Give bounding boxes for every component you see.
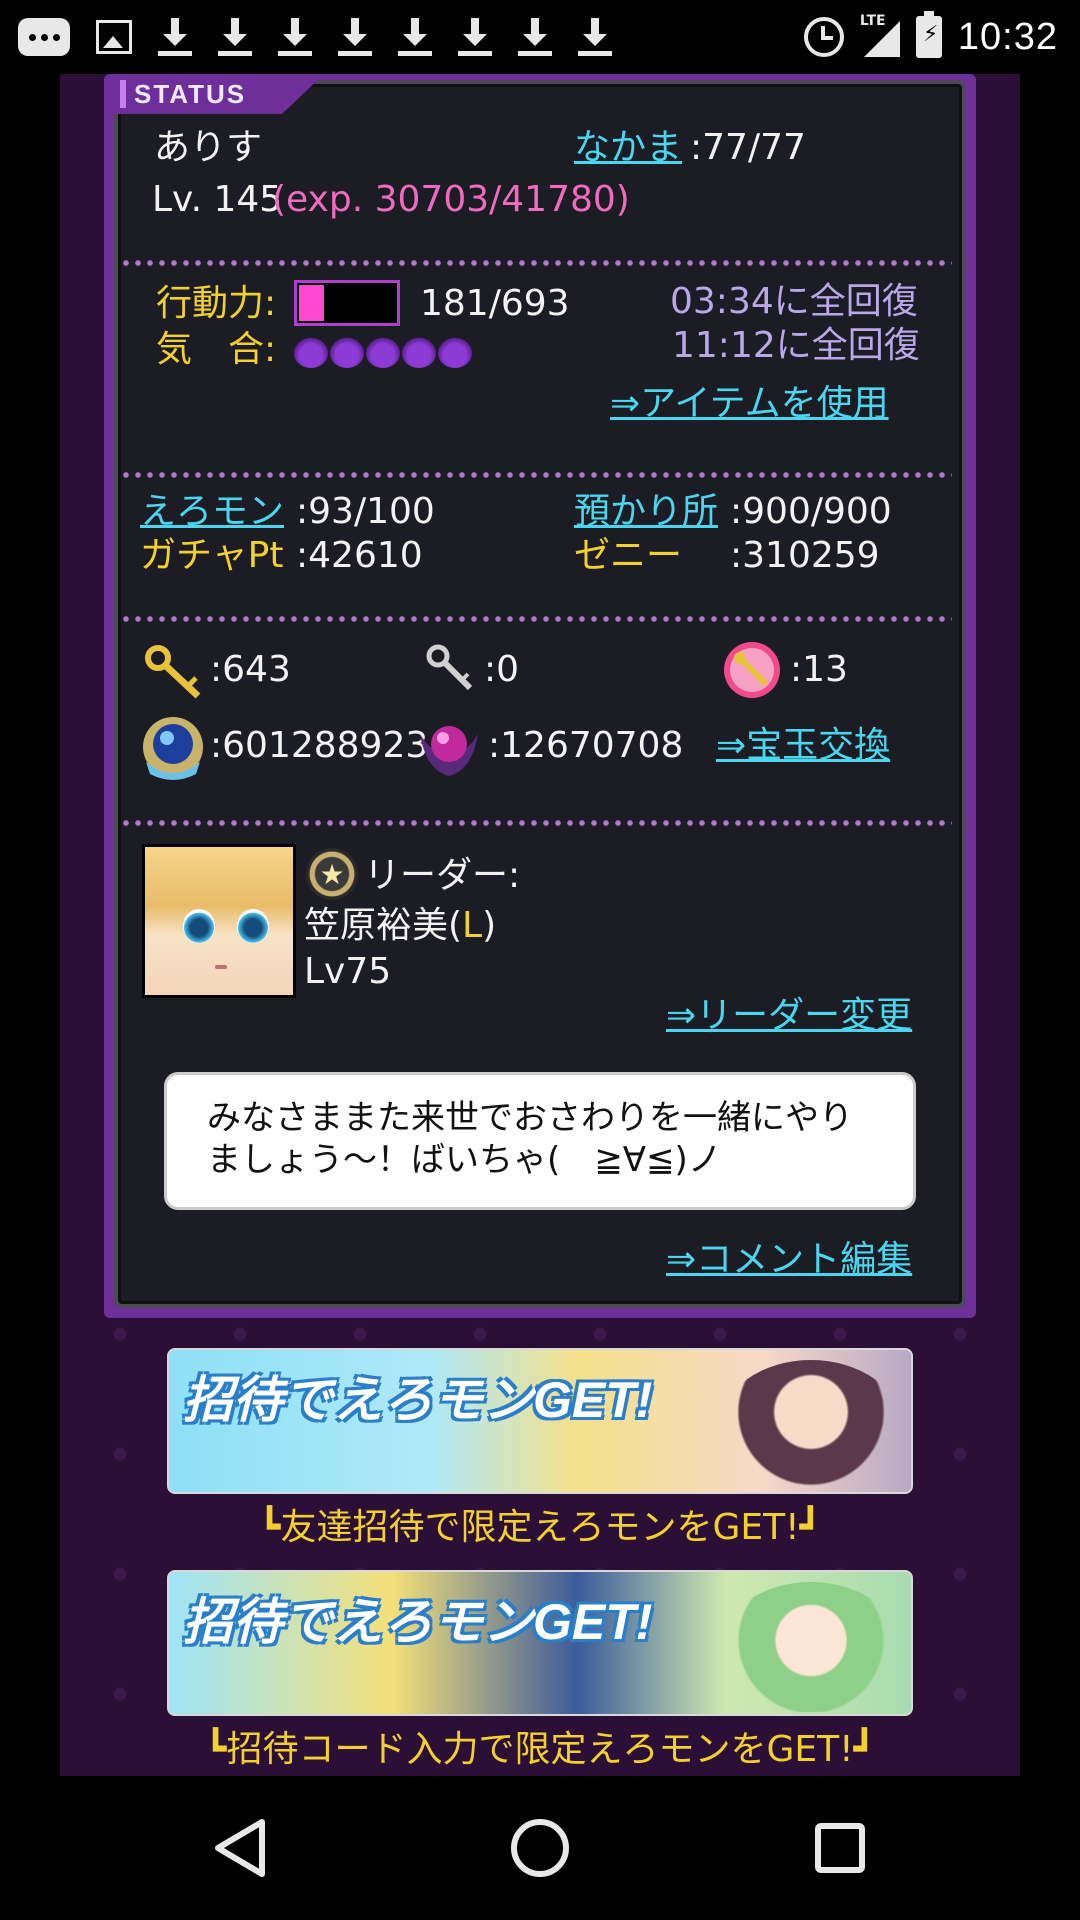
banner-title: 招待でえろモンGET! [183,1372,653,1428]
download-icon [158,18,192,56]
silver-key-icon [426,644,473,691]
nakama-link[interactable]: なかま [574,126,682,170]
gold-key-count: :643 [210,649,291,690]
notification-icons [18,18,612,56]
storage-link[interactable]: 預かり所 [574,490,718,534]
eromon-link[interactable]: えろモン [140,490,284,534]
invite-code-caption[interactable]: ┗招待コード入力で限定えろモンをGET!┛ [60,1720,1020,1772]
leader-level: Lv75 [304,951,392,992]
comment-text: みなさままた来世でおさわりを一緒にやりましょう〜！ばいちゃ( ≧∀≦)ノ [207,1098,853,1180]
section-divider [120,260,952,266]
kiai-flame-icon [294,332,328,368]
purple-orb-count: :12670708 [488,725,684,766]
avatar-eye [237,909,269,943]
zeni-value: :310259 [730,535,880,576]
action-power-bar [294,280,400,326]
leader-avatar[interactable] [142,844,296,998]
zeni-label: ゼニー [574,535,719,576]
system-status-bar: LTE ⚡ 10:32 [0,0,1080,74]
leader-rarity: L [462,905,483,946]
download-icon [278,18,312,56]
silver-key-count: :0 [484,649,520,690]
action-power-label: 行動力: [156,283,277,324]
kiai-flame-icon [438,332,472,368]
leader-star-icon: ★ [306,848,358,900]
kiai-flame-icon [402,332,436,368]
ticket-key-count: :13 [790,649,848,690]
back-triangle-icon[interactable] [204,1812,276,1884]
change-leader-link[interactable]: ⇒リーダー変更 [666,994,912,1038]
battery-charging-icon: ⚡ [915,11,942,58]
download-icon [398,18,432,56]
gold-key-icon [145,645,201,699]
gacha-points-label: ガチャPt [140,535,284,576]
download-icon [458,18,492,56]
edit-comment-link[interactable]: ⇒コメント編集 [666,1238,912,1282]
action-power-value: 181/693 [420,283,570,324]
ticket-key-icon [724,642,780,698]
image-notification-icon [96,20,132,54]
banner-character-image [721,1360,901,1490]
download-icon [218,18,252,56]
recents-square-icon[interactable] [804,1812,876,1884]
purple-orb-icon [420,726,478,776]
avatar-mouth [215,965,227,969]
kiai-recover-time: 11:12に全回復 [672,325,920,366]
leader-name-close: ) [482,905,497,946]
section-divider [120,616,952,622]
chat-notification-icon [18,18,70,56]
alarm-icon [803,17,844,57]
gacha-points-value: :42610 [296,535,423,576]
section-divider [120,820,952,826]
kiai-gauge [294,332,472,368]
leader-label: リーダー: [364,855,521,896]
download-icon [338,18,372,56]
storage-value: :900/900 [730,491,892,532]
system-tray: LTE ⚡ 10:32 [803,0,1058,74]
system-navigation-bar [0,1776,1080,1920]
kiai-flame-icon [330,332,364,368]
kiai-label: 気 合: [156,329,277,370]
invite-friends-banner[interactable]: 招待でえろモンGET! [167,1348,913,1494]
eromon-value: :93/100 [296,491,435,532]
player-name: ありす [154,127,263,168]
avatar-eye [183,909,215,943]
use-item-link[interactable]: ⇒アイテムを使用 [610,382,889,426]
blue-orb-icon [143,717,203,780]
leader-name-text: 笠原裕美( [304,905,463,946]
player-level: Lv. 145 [152,179,283,220]
banner-character-image [721,1582,901,1712]
invite-code-banner[interactable]: 招待でえろモンGET! [167,1570,913,1716]
status-tab-label: STATUS [134,78,247,109]
orb-exchange-link[interactable]: ⇒宝玉交換 [716,724,890,768]
blue-orb-count: :601288923 [210,725,429,766]
action-power-bar-fill [299,285,324,321]
game-screen: STATUS ありす なかま :77/77 Lv. 145 (exp. 3070… [60,74,1020,1776]
download-icon [518,18,552,56]
section-divider [120,472,952,478]
download-icon [578,18,612,56]
nakama-value: :77/77 [690,127,806,168]
player-exp: (exp. 30703/41780) [272,179,630,220]
leader-name: 笠原裕美(L) [304,904,496,948]
banner-title: 招待でえろモンGET! [183,1594,653,1650]
action-recover-time: 03:34に全回復 [670,281,918,322]
kiai-flame-icon [366,332,400,368]
comment-bubble: みなさままた来世でおさわりを一緒にやりましょう〜！ばいちゃ( ≧∀≦)ノ [164,1072,916,1210]
clock: 10:32 [957,15,1058,58]
signal-icon: LTE [860,13,900,57]
invite-friends-caption[interactable]: ┗友達招待で限定えろモンをGET!┛ [60,1498,1020,1550]
home-circle-icon[interactable] [504,1812,576,1884]
